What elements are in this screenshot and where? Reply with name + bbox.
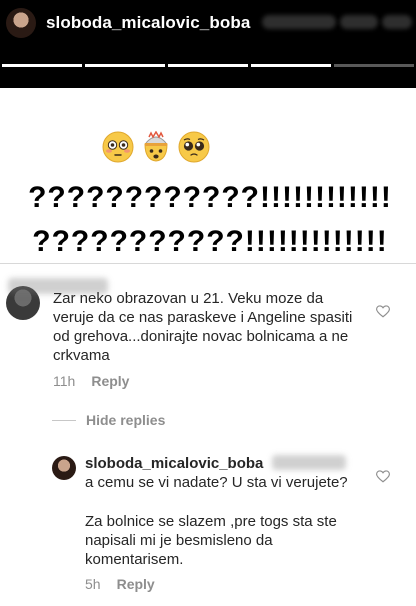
header-username[interactable]: sloboda_micalovic_boba — [46, 13, 250, 33]
reply-meta: 5h Reply — [85, 576, 155, 592]
reply-timestamp: 5h — [85, 576, 101, 592]
reply-text: a cemu se vi nadate? U sta vi verujete? — [85, 474, 348, 491]
story-caption-line: ????????????!!!!!!!!!!!! — [28, 181, 392, 214]
flushed-face-icon — [102, 131, 134, 163]
pleading-face-icon — [178, 131, 210, 163]
profile-avatar[interactable] — [6, 8, 36, 38]
comment-text: Zar neko obrazovan u 21. Veku moze da ve… — [53, 290, 353, 364]
hide-replies-label: Hide replies — [86, 412, 166, 428]
blurred-header-meta — [262, 15, 336, 29]
comment-timestamp: 11h — [53, 373, 76, 389]
reply-button[interactable]: Reply — [91, 373, 129, 389]
hide-replies-toggle[interactable]: Hide replies — [52, 412, 165, 428]
exploding-head-icon — [144, 131, 168, 162]
reply-username[interactable]: sloboda_micalovic_boba — [85, 454, 263, 473]
like-heart-icon[interactable] — [376, 305, 390, 318]
progress-segment — [85, 64, 165, 67]
progress-segment — [2, 64, 82, 67]
reply-text: Za bolnice se slazem ,pre togs sta ste n… — [85, 513, 337, 568]
blurred-header-meta — [382, 15, 412, 29]
like-heart-icon[interactable] — [376, 470, 390, 483]
blurred-header-meta — [340, 15, 378, 29]
story-progress-bar — [0, 64, 416, 68]
reply-button[interactable]: Reply — [117, 576, 155, 592]
divider — [0, 263, 416, 264]
progress-segment — [334, 64, 414, 67]
story-caption-line: ???????????!!!!!!!!!!!!! — [32, 225, 388, 258]
comment-meta: 11h Reply — [53, 373, 129, 389]
reply-avatar[interactable] — [52, 456, 76, 480]
progress-segment — [251, 64, 331, 67]
story-header: sloboda_micalovic_boba — [0, 0, 416, 88]
blurred-username — [272, 455, 346, 470]
emoji-row — [102, 131, 222, 165]
progress-segment — [168, 64, 248, 67]
replies-dash — [52, 419, 76, 421]
